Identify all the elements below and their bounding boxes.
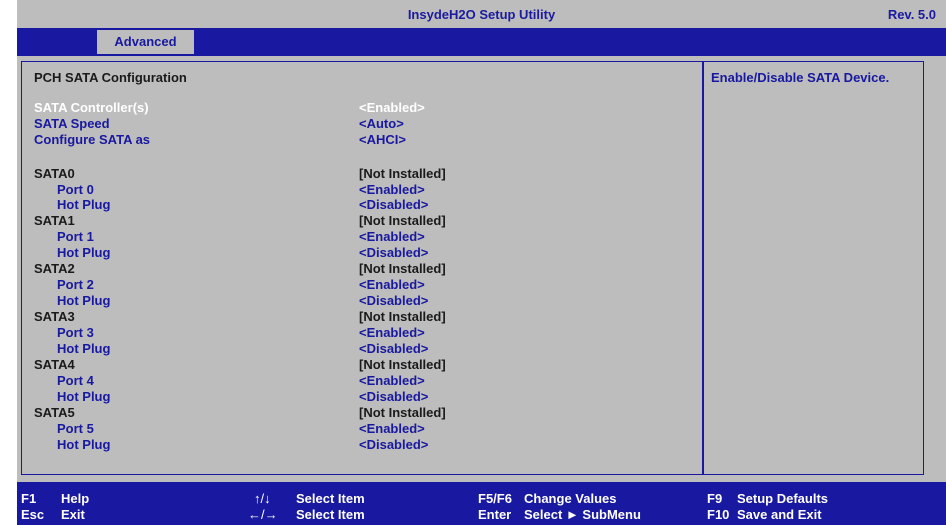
sata-header-row: SATA3 [Not Installed] (34, 309, 694, 324)
hotplug-row[interactable]: Hot Plug <Disabled> (34, 437, 694, 452)
key-description: Select Item (296, 507, 365, 522)
hotplug-value[interactable]: <Disabled> (359, 437, 428, 452)
hotplug-label: Hot Plug (57, 293, 111, 308)
key-description: Help (61, 491, 90, 506)
port-row[interactable]: Port 4 <Enabled> (34, 373, 694, 388)
key-label: Esc (21, 507, 45, 522)
port-value[interactable]: <Enabled> (359, 229, 425, 244)
footer-key-submenu: Enter Select ► SubMenu (478, 507, 698, 522)
sata-header-row: SATA2 [Not Installed] (34, 261, 694, 276)
setting-label: SATA Controller(s) (34, 100, 149, 115)
port-value[interactable]: <Enabled> (359, 277, 425, 292)
footer-key-select-item-horizontal: ←/→ Select Item (248, 507, 448, 522)
setting-row-sata-speed[interactable]: SATA Speed <Auto> (34, 116, 694, 131)
setting-row-configure-sata[interactable]: Configure SATA as <AHCI> (34, 132, 694, 147)
hotplug-value[interactable]: <Disabled> (359, 245, 428, 260)
setting-value[interactable]: <Enabled> (359, 100, 425, 115)
port-row[interactable]: Port 2 <Enabled> (34, 277, 694, 292)
hotplug-value[interactable]: <Disabled> (359, 389, 428, 404)
hotplug-label: Hot Plug (57, 197, 111, 212)
setting-value[interactable]: <AHCI> (359, 132, 406, 147)
port-value[interactable]: <Enabled> (359, 325, 425, 340)
sata-status: [Not Installed] (359, 213, 446, 228)
sata-status: [Not Installed] (359, 357, 446, 372)
port-value[interactable]: <Enabled> (359, 182, 425, 197)
port-label: Port 3 (57, 325, 94, 340)
up-down-arrows-icon: ↑/↓ (254, 491, 271, 506)
sata-status: [Not Installed] (359, 166, 446, 181)
port-value[interactable]: <Enabled> (359, 421, 425, 436)
setting-label: SATA Speed (34, 116, 110, 131)
footer-key-select-item-vertical: ↑/↓ Select Item (254, 491, 454, 506)
hotplug-value[interactable]: <Disabled> (359, 341, 428, 356)
key-label: F1 (21, 491, 37, 506)
help-panel: Enable/Disable SATA Device. (702, 61, 924, 475)
key-description: Setup Defaults (737, 491, 829, 506)
port-value[interactable]: <Enabled> (359, 373, 425, 388)
hotplug-value[interactable]: <Disabled> (359, 293, 428, 308)
port-row[interactable]: Port 0 <Enabled> (34, 182, 694, 197)
sata-name: SATA2 (34, 261, 75, 276)
sata-name: SATA4 (34, 357, 75, 372)
sata-header-row: SATA4 [Not Installed] (34, 357, 694, 372)
revision-label: Rev. 5.0 (887, 7, 936, 22)
sata-status: [Not Installed] (359, 405, 446, 420)
port-label: Port 4 (57, 373, 94, 388)
key-description: Save and Exit (737, 507, 822, 522)
hotplug-row[interactable]: Hot Plug <Disabled> (34, 197, 694, 212)
footer-key-help: F1 Help (21, 491, 221, 506)
hotplug-label: Hot Plug (57, 437, 111, 452)
key-description: Select Item (296, 491, 365, 506)
hotplug-row[interactable]: Hot Plug <Disabled> (34, 245, 694, 260)
setting-value[interactable]: <Auto> (359, 116, 404, 131)
hotplug-row[interactable]: Hot Plug <Disabled> (34, 341, 694, 356)
key-label: F9 (707, 491, 723, 506)
hotplug-label: Hot Plug (57, 389, 111, 404)
help-text: Enable/Disable SATA Device. (711, 70, 890, 85)
sata-name: SATA3 (34, 309, 75, 324)
main-panel: PCH SATA Configuration SATA Controller(s… (17, 56, 946, 482)
sata-header-row: SATA5 [Not Installed] (34, 405, 694, 420)
setting-row-sata-controller[interactable]: SATA Controller(s) <Enabled> (34, 100, 694, 115)
footer-key-save-exit: F10 Save and Exit (707, 507, 907, 522)
hotplug-label: Hot Plug (57, 341, 111, 356)
sata-status: [Not Installed] (359, 261, 446, 276)
port-label: Port 1 (57, 229, 94, 244)
left-right-arrows-icon: ←/→ (248, 507, 278, 522)
section-title: PCH SATA Configuration (34, 70, 187, 85)
hotplug-label: Hot Plug (57, 245, 111, 260)
sata-name: SATA5 (34, 405, 75, 420)
sata-name: SATA1 (34, 213, 75, 228)
settings-panel: PCH SATA Configuration SATA Controller(s… (21, 61, 704, 475)
footer-key-change-values: F5/F6 Change Values (478, 491, 698, 506)
sata-header-row: SATA1 [Not Installed] (34, 213, 694, 228)
key-label: Enter (478, 507, 512, 522)
title-bar: InsydeH2O Setup Utility Rev. 5.0 (17, 0, 946, 28)
port-row[interactable]: Port 3 <Enabled> (34, 325, 694, 340)
sata-name: SATA0 (34, 166, 75, 181)
sata-status: [Not Installed] (359, 309, 446, 324)
hotplug-row[interactable]: Hot Plug <Disabled> (34, 293, 694, 308)
port-row[interactable]: Port 5 <Enabled> (34, 421, 694, 436)
key-description: Change Values (524, 491, 617, 506)
key-label: F5/F6 (478, 491, 512, 506)
setting-label: Configure SATA as (34, 132, 151, 147)
port-label: Port 0 (57, 182, 94, 197)
footer-keybar: F1 Help Esc Exit ↑/↓ Select Item ←/→ Sel… (17, 482, 946, 525)
key-description: Exit (61, 507, 85, 522)
menu-bar: Advanced (17, 28, 946, 56)
key-description: Select ► SubMenu (524, 507, 641, 522)
app-title: InsydeH2O Setup Utility (407, 7, 556, 22)
hotplug-value[interactable]: <Disabled> (359, 197, 428, 212)
hotplug-row[interactable]: Hot Plug <Disabled> (34, 389, 694, 404)
port-label: Port 5 (57, 421, 94, 436)
footer-key-exit: Esc Exit (21, 507, 221, 522)
tab-advanced[interactable]: Advanced (97, 30, 194, 54)
sata-header-row: SATA0 [Not Installed] (34, 166, 694, 181)
key-label: F10 (707, 507, 730, 522)
footer-key-setup-defaults: F9 Setup Defaults (707, 491, 907, 506)
port-row[interactable]: Port 1 <Enabled> (34, 229, 694, 244)
port-label: Port 2 (57, 277, 94, 292)
